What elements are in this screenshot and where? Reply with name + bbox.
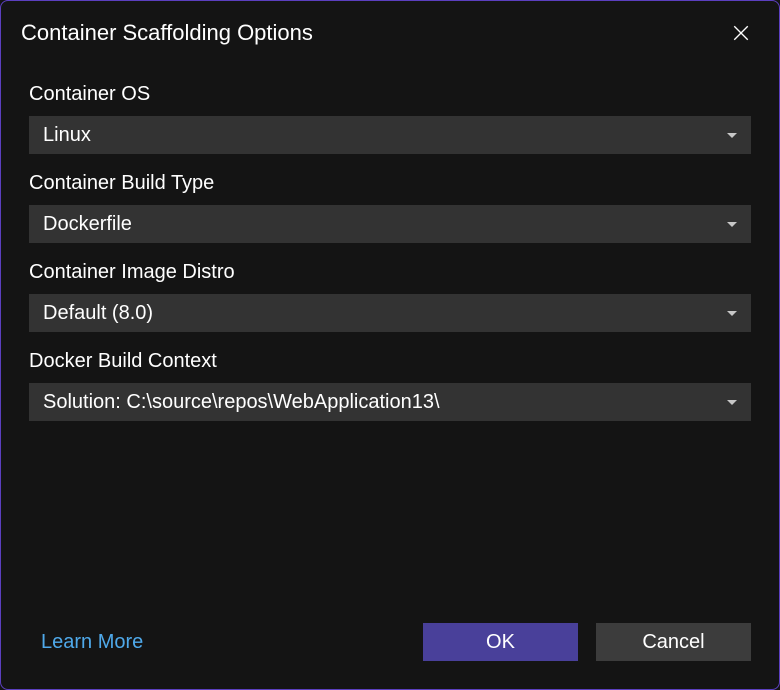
dialog-title: Container Scaffolding Options	[21, 20, 313, 46]
field-build-context: Docker Build Context Solution: C:\source…	[29, 350, 751, 421]
ok-button[interactable]: OK	[423, 623, 578, 661]
image-distro-value: Default (8.0)	[43, 302, 153, 325]
build-type-dropdown[interactable]: Dockerfile	[29, 205, 751, 243]
chevron-down-icon	[727, 311, 737, 316]
container-os-dropdown[interactable]: Linux	[29, 116, 751, 154]
learn-more-link[interactable]: Learn More	[41, 631, 143, 654]
dialog-content: Container OS Linux Container Build Type …	[1, 65, 779, 623]
close-icon	[732, 24, 750, 42]
chevron-down-icon	[727, 222, 737, 227]
container-os-value: Linux	[43, 124, 91, 147]
build-context-value: Solution: C:\source\repos\WebApplication…	[43, 391, 440, 414]
cancel-button[interactable]: Cancel	[596, 623, 751, 661]
field-build-type: Container Build Type Dockerfile	[29, 172, 751, 243]
close-button[interactable]	[727, 19, 755, 47]
field-image-distro: Container Image Distro Default (8.0)	[29, 261, 751, 332]
build-context-dropdown[interactable]: Solution: C:\source\repos\WebApplication…	[29, 383, 751, 421]
image-distro-label: Container Image Distro	[29, 261, 751, 284]
build-context-label: Docker Build Context	[29, 350, 751, 373]
chevron-down-icon	[727, 400, 737, 405]
titlebar: Container Scaffolding Options	[1, 1, 779, 65]
container-os-label: Container OS	[29, 83, 751, 106]
image-distro-dropdown[interactable]: Default (8.0)	[29, 294, 751, 332]
chevron-down-icon	[727, 133, 737, 138]
build-type-label: Container Build Type	[29, 172, 751, 195]
build-type-value: Dockerfile	[43, 213, 132, 236]
field-container-os: Container OS Linux	[29, 83, 751, 154]
dialog-footer: Learn More OK Cancel	[1, 623, 779, 689]
